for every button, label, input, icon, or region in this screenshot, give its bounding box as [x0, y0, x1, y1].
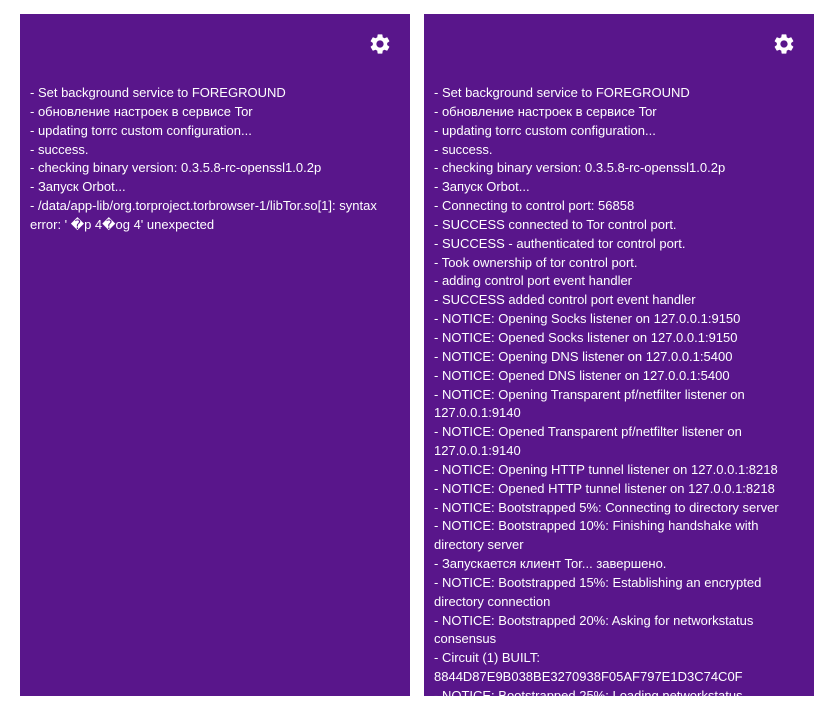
log-line: - Set background service to FOREGROUND [30, 84, 400, 103]
log-line: - Connecting to control port: 56858 [434, 197, 804, 216]
log-line: - NOTICE: Bootstrapped 10%: Finishing ha… [434, 517, 804, 555]
log-line: - checking binary version: 0.3.5.8-rc-op… [434, 159, 804, 178]
log-line: - Took ownership of tor control port. [434, 254, 804, 273]
log-line: - Запускается клиент Tor... завершено. [434, 555, 804, 574]
gear-icon [772, 43, 796, 60]
log-line: - NOTICE: Opened HTTP tunnel listener on… [434, 480, 804, 499]
log-line: - NOTICE: Opened Transparent pf/netfilte… [434, 423, 804, 461]
log-line: - NOTICE: Opening Transparent pf/netfilt… [434, 386, 804, 424]
log-output: - Set background service to FOREGROUND -… [434, 62, 804, 696]
log-line: - SUCCESS connected to Tor control port. [434, 216, 804, 235]
log-line: - Запуск Orbot... [434, 178, 804, 197]
log-line: - NOTICE: Bootstrapped 25%: Loading netw… [434, 687, 804, 696]
log-line: - SUCCESS added control port event handl… [434, 291, 804, 310]
log-line: - updating torrc custom configuration... [30, 122, 400, 141]
log-line: - NOTICE: Opened Socks listener on 127.0… [434, 329, 804, 348]
log-panel-right: - Set background service to FOREGROUND -… [424, 14, 814, 696]
log-line: - NOTICE: Bootstrapped 5%: Connecting to… [434, 499, 804, 518]
log-line: - NOTICE: Opened DNS listener on 127.0.0… [434, 367, 804, 386]
log-line: - Запуск Orbot... [30, 178, 400, 197]
log-line: - updating torrc custom configuration... [434, 122, 804, 141]
log-line: - /data/app-lib/org.torproject.torbrowse… [30, 197, 400, 235]
log-output: - Set background service to FOREGROUND -… [30, 62, 400, 235]
log-line: - Set background service to FOREGROUND [434, 84, 804, 103]
log-line: - success. [30, 141, 400, 160]
settings-button[interactable] [772, 32, 796, 56]
log-line: - NOTICE: Opening DNS listener on 127.0.… [434, 348, 804, 367]
log-line: - Circuit (1) BUILT: 8844D87E9B038BE3270… [434, 649, 804, 687]
log-line: - NOTICE: Bootstrapped 15%: Establishing… [434, 574, 804, 612]
log-line: - NOTICE: Opening Socks listener on 127.… [434, 310, 804, 329]
log-line: - success. [434, 141, 804, 160]
gear-icon [368, 43, 392, 60]
log-line: - обновление настроек в сервисе Tor [434, 103, 804, 122]
log-line: - SUCCESS - authenticated tor control po… [434, 235, 804, 254]
log-line: - checking binary version: 0.3.5.8-rc-op… [30, 159, 400, 178]
log-line: - NOTICE: Opening HTTP tunnel listener o… [434, 461, 804, 480]
settings-button[interactable] [368, 32, 392, 56]
log-line: - NOTICE: Bootstrapped 20%: Asking for n… [434, 612, 804, 650]
log-line: - adding control port event handler [434, 272, 804, 291]
log-line: - обновление настроек в сервисе Tor [30, 103, 400, 122]
log-panel-left: - Set background service to FOREGROUND -… [20, 14, 410, 696]
